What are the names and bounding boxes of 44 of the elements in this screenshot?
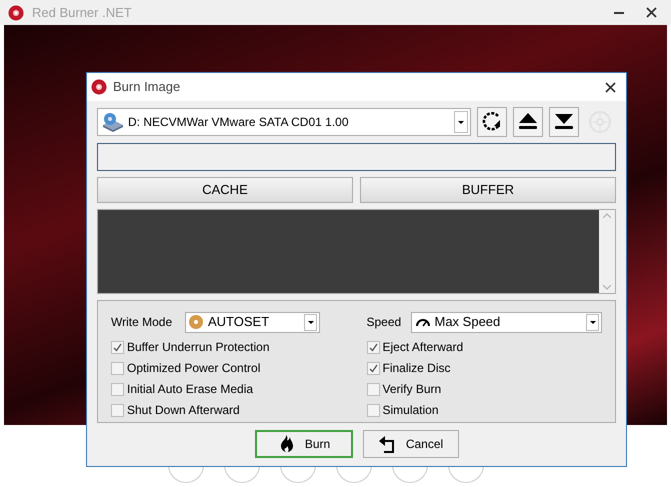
checkbox[interactable]: [366, 404, 380, 416]
option-label: Buffer Underrun Protection: [127, 339, 270, 356]
option-label: Optimized Power Control: [127, 360, 260, 377]
dialog-title: Burn Image: [113, 78, 180, 96]
option-label: Verify Burn: [382, 381, 442, 398]
option-label: Shut Down Afterward: [127, 402, 240, 419]
tab[interactable]: CACHE: [97, 177, 353, 203]
disc-icon: [8, 4, 24, 20]
write-mode-dropdown[interactable]: AUTOSET: [185, 312, 320, 332]
eject-button[interactable]: [513, 107, 543, 137]
checkbox[interactable]: [111, 382, 124, 396]
drive-dropdown[interactable]: D: NECVMWar VMware SATA CD01 1.00: [97, 108, 471, 136]
drive-icon: [102, 112, 124, 132]
option-label: Initial Auto Erase Media: [127, 381, 254, 398]
burn-button[interactable]: Burn: [254, 430, 352, 458]
checkbox[interactable]: [111, 404, 124, 416]
scroll-down-icon: [603, 285, 611, 290]
field-label: Write Mode: [111, 314, 174, 331]
refresh-button[interactable]: [477, 107, 507, 137]
cancel-button[interactable]: Cancel: [362, 430, 458, 458]
checkbox[interactable]: [366, 340, 380, 354]
field-label: Speed: [366, 314, 400, 331]
scrollbar[interactable]: [599, 210, 615, 293]
drive-name: D: NECVMWar VMware SATA CD01 1.00: [128, 114, 350, 131]
close-icon: [604, 82, 616, 92]
disc-icon: [91, 79, 107, 95]
checkbox[interactable]: [366, 362, 380, 374]
minimize-icon: [614, 12, 624, 14]
option-label: Simulation: [382, 402, 439, 419]
window-title: Red Burner .NET: [32, 4, 132, 22]
tab[interactable]: BUFFER: [360, 177, 616, 203]
write-mode-value: AUTOSET: [208, 313, 270, 332]
option-label: Finalize Disc: [382, 360, 451, 377]
checkbox[interactable]: [366, 382, 380, 396]
gauge-icon: [414, 317, 430, 327]
checkbox[interactable]: [111, 340, 124, 354]
load-button[interactable]: [549, 107, 579, 137]
close-icon: [646, 7, 656, 18]
checkbox[interactable]: [111, 362, 124, 374]
speed-value: Max Speed: [434, 313, 502, 332]
scroll-up-icon: [603, 213, 611, 218]
speed-dropdown[interactable]: Max Speed: [410, 312, 602, 332]
option-label: Eject Afterward: [382, 339, 464, 356]
disc-icon: [188, 314, 204, 330]
